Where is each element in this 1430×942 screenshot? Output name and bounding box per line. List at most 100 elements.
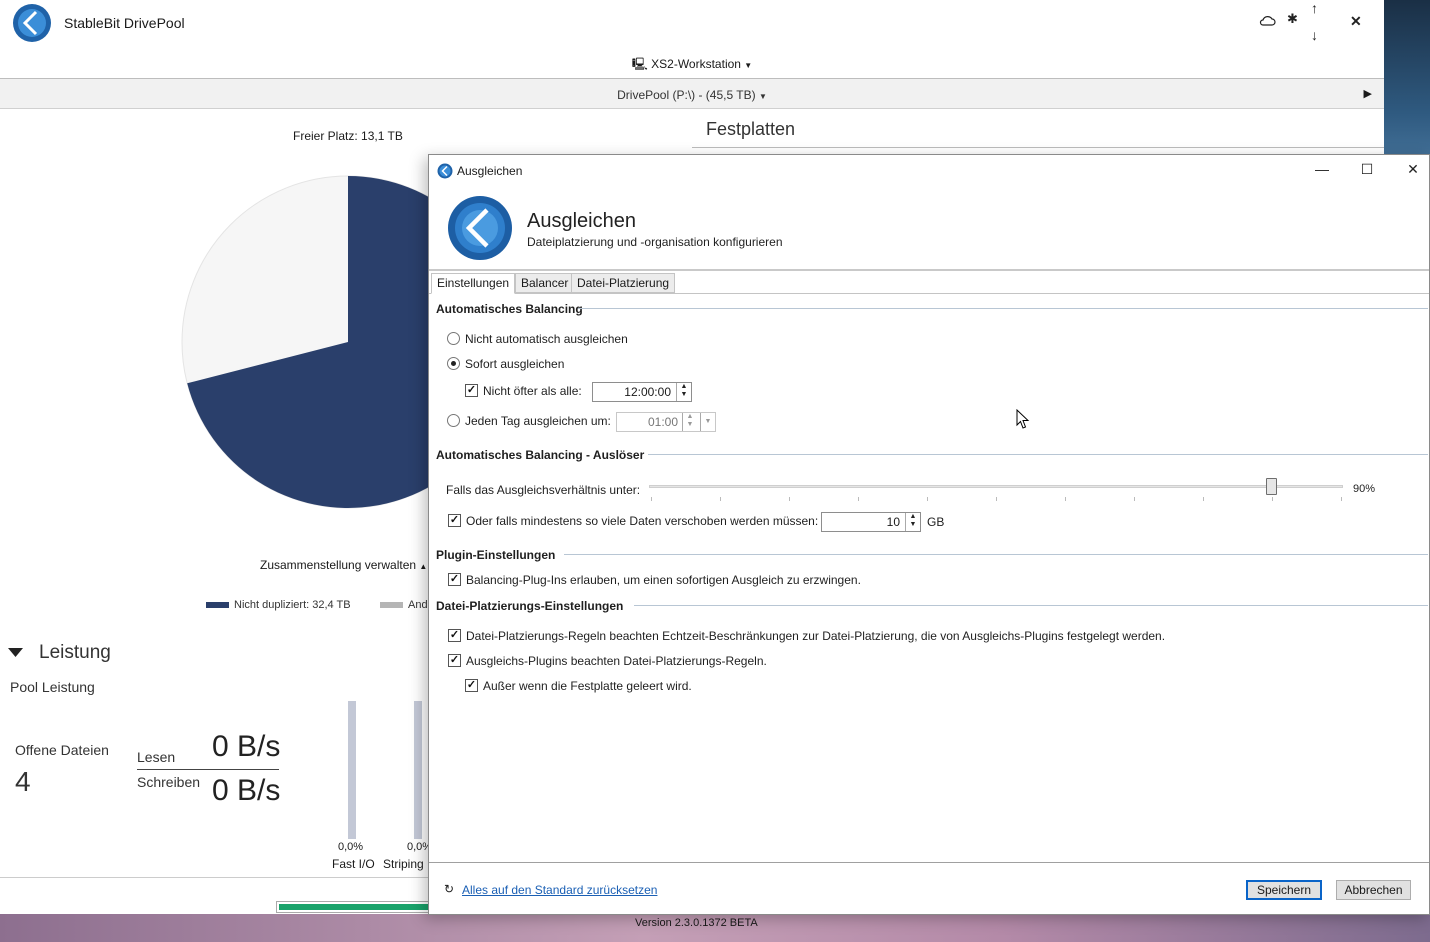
striping-label: Striping xyxy=(383,857,424,871)
chevron-up-icon: ▲ xyxy=(419,562,428,571)
cloud-icon[interactable] xyxy=(1259,14,1276,27)
checkbox-except-emptying[interactable]: ✓ xyxy=(465,679,478,692)
slider-tick xyxy=(927,497,928,501)
next-pool-arrow-icon[interactable]: ▶ xyxy=(1364,87,1372,100)
section-title-plugin: Plugin-Einstellungen xyxy=(436,548,556,562)
slider-tick xyxy=(1134,497,1135,501)
tab-einstellungen[interactable]: Einstellungen xyxy=(431,273,516,294)
minimize-icon[interactable]: — xyxy=(1312,161,1332,177)
daily-time-value: 01:00 xyxy=(647,415,678,429)
ratio-label: Falls das Ausgleichsverhältnis unter: xyxy=(446,483,641,497)
checkbox-plugins-respect-rules-label[interactable]: Ausgleichs-Plugins beachten Datei-Platzi… xyxy=(466,654,767,668)
legend-other: And xyxy=(380,599,428,611)
monitor-icon: 🖳 xyxy=(631,57,648,71)
section-title-trigger: Automatisches Balancing - Auslöser xyxy=(436,448,645,462)
checkbox-allow-plugins-label[interactable]: Balancing-Plug-Ins erlauben, um einen so… xyxy=(466,573,861,587)
manage-composition-toggle[interactable]: Zusammenstellung verwalten ▲ xyxy=(260,558,427,572)
checkbox-rule-realtime[interactable]: ✓ xyxy=(448,629,461,642)
collapse-triangle-icon[interactable] xyxy=(8,648,23,658)
write-label: Schreiben xyxy=(137,774,201,790)
app-logo xyxy=(437,163,453,179)
computer-selector[interactable]: 🖳 XS2-Workstation ▼ xyxy=(0,55,1384,76)
interval-value: 12:00:00 xyxy=(624,385,671,399)
divider xyxy=(137,769,279,770)
slider-tick xyxy=(789,497,790,501)
data-threshold-unit: GB xyxy=(927,515,945,529)
tab-datei-platzierung[interactable]: Datei-Platzierung xyxy=(571,273,676,293)
ratio-slider-thumb[interactable] xyxy=(1266,478,1277,495)
fastio-label: Fast I/O xyxy=(332,857,375,871)
open-files-value: 4 xyxy=(15,766,31,797)
version-label: Version 2.3.0.1372 BETA xyxy=(635,917,758,929)
data-threshold-spinner[interactable]: 10 ▲ ▼ xyxy=(821,512,921,532)
spinner-arrows-icon[interactable]: ▲ ▼ xyxy=(905,513,920,531)
dialog-logo xyxy=(448,196,512,260)
maximize-icon[interactable]: ☐ xyxy=(1357,161,1377,178)
pool-label: DrivePool (P:\) - (45,5 TB) xyxy=(617,88,756,102)
slider-tick xyxy=(996,497,997,501)
dialog-titlebar[interactable] xyxy=(429,155,1429,185)
section-title-auto: Automatisches Balancing xyxy=(436,302,583,316)
slider-tick xyxy=(1341,497,1342,501)
dialog-heading: Ausgleichen xyxy=(527,210,636,232)
checkbox-allow-plugins[interactable]: ✓ xyxy=(448,573,461,586)
section-line xyxy=(578,308,1428,309)
open-files-label: Offene Dateien xyxy=(15,742,109,758)
divider xyxy=(429,269,1429,271)
save-button[interactable]: Speichern xyxy=(1246,880,1322,900)
pool-selector[interactable]: DrivePool (P:\) - (45,5 TB) ▼ xyxy=(0,88,1384,102)
close-icon[interactable]: ✕ xyxy=(1403,161,1423,178)
tab-balancer[interactable]: Balancer xyxy=(515,273,575,293)
read-label: Lesen xyxy=(137,749,176,765)
reset-defaults-link[interactable]: Alles auf den Standard zurücksetzen xyxy=(462,883,657,897)
radio-daily[interactable] xyxy=(447,414,460,427)
checkbox-data-threshold-label[interactable]: Oder falls mindestens so viele Daten ver… xyxy=(466,514,818,528)
read-value: 0 B/s xyxy=(212,730,281,763)
performance-title[interactable]: Leistung xyxy=(39,642,111,664)
pool-performance-title: Pool Leistung xyxy=(10,679,95,695)
checkbox-except-emptying-label[interactable]: Außer wenn die Festplatte geleert wird. xyxy=(483,679,692,693)
legend-nondup-label: Nicht dupliziert: 32,4 TB xyxy=(234,599,351,611)
checkbox-not-more-often[interactable]: ✓ xyxy=(465,384,478,397)
upload-arrow-icon[interactable]: ↑ xyxy=(1311,1,1318,15)
radio-no-auto[interactable] xyxy=(447,332,460,345)
checkbox-plugins-respect-rules[interactable]: ✓ xyxy=(448,654,461,667)
radio-immediate-label[interactable]: Sofort ausgleichen xyxy=(465,357,564,371)
checkbox-not-more-often-label[interactable]: Nicht öfter als alle: xyxy=(483,384,582,398)
checkbox-rule-realtime-label[interactable]: Datei-Platzierungs-Regeln beachten Echtz… xyxy=(466,629,1165,643)
ratio-value: 90% xyxy=(1353,483,1376,495)
computer-name: XS2-Workstation xyxy=(651,57,741,71)
reset-icon[interactable]: ↻ xyxy=(444,882,454,896)
gear-icon[interactable]: ✱ xyxy=(1287,12,1298,26)
interval-spinner[interactable]: 12:00:00 ▲ ▼ xyxy=(592,382,692,402)
section-title-placement: Datei-Platzierungs-Einstellungen xyxy=(436,599,624,613)
dialog-subheading: Dateiplatzierung und -organisation konfi… xyxy=(527,235,783,249)
chevron-down-icon: ▼ xyxy=(700,413,715,431)
slider-tick xyxy=(1065,497,1066,501)
chevron-down-icon: ▼ xyxy=(758,92,767,101)
write-value: 0 B/s xyxy=(212,774,281,807)
cancel-button[interactable]: Abbrechen xyxy=(1336,880,1411,900)
download-arrow-icon[interactable]: ↓ xyxy=(1311,28,1318,42)
radio-immediate[interactable] xyxy=(447,357,460,370)
section-line xyxy=(564,554,1428,555)
radio-daily-label[interactable]: Jeden Tag ausgleichen um: xyxy=(465,414,611,428)
slider-tick xyxy=(1203,497,1204,501)
close-icon[interactable]: ✕ xyxy=(1350,14,1362,28)
radio-no-auto-label[interactable]: Nicht automatisch ausgleichen xyxy=(465,332,628,346)
legend-nondup: Nicht dupliziert: 32,4 TB xyxy=(206,599,351,611)
fastio-percent: 0,0% xyxy=(338,841,364,853)
ratio-slider-track[interactable] xyxy=(649,485,1343,488)
slider-tick xyxy=(720,497,721,501)
section-line xyxy=(648,454,1428,455)
slider-tick xyxy=(651,497,652,501)
section-line xyxy=(634,605,1428,606)
manage-composition-label: Zusammenstellung verwalten xyxy=(260,558,417,572)
checkbox-data-threshold[interactable]: ✓ xyxy=(448,514,461,527)
spinner-arrows-icon: ▲ ▼ xyxy=(682,413,697,431)
data-threshold-value: 10 xyxy=(886,515,900,529)
tab-strip-line xyxy=(429,293,1429,294)
divider xyxy=(429,862,1429,863)
app-logo xyxy=(13,4,51,42)
spinner-arrows-icon[interactable]: ▲ ▼ xyxy=(676,383,691,401)
